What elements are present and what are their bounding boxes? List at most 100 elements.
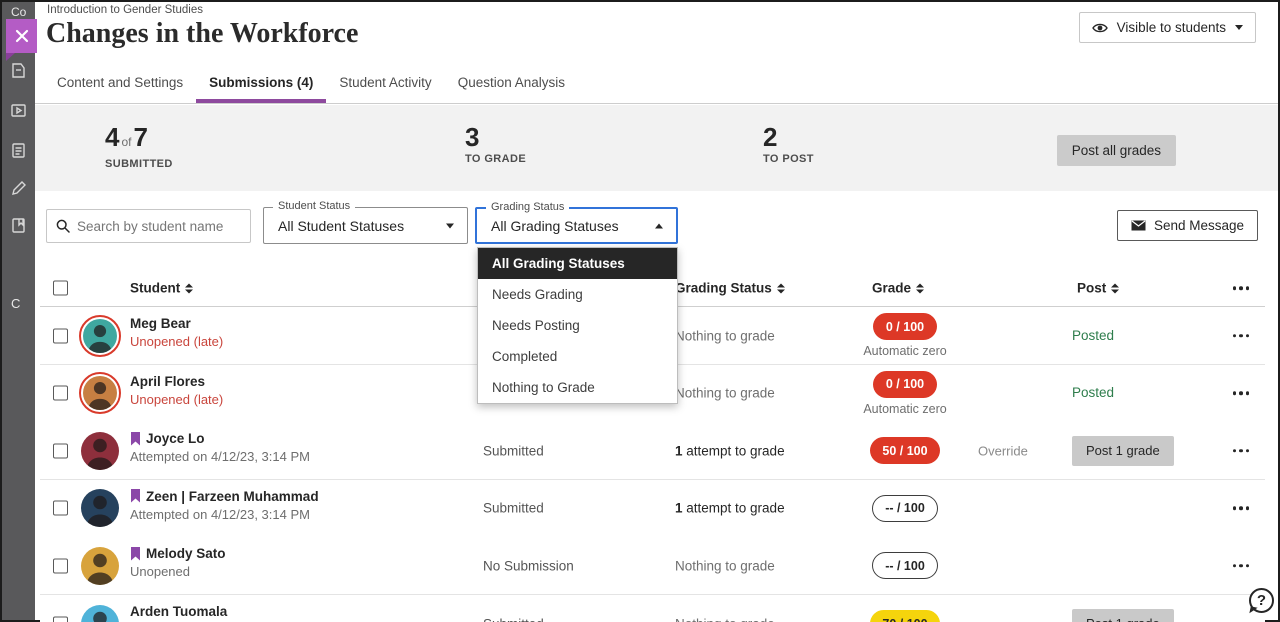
submission-detail: Attempted on 4/12/23, 3:14 PM <box>130 507 319 522</box>
grade-pill[interactable]: -- / 100 <box>872 495 938 522</box>
grade-pill[interactable]: 0 / 100 <box>873 371 937 398</box>
grade-cell: 70 / 100 <box>840 595 970 622</box>
grade-pill[interactable]: 50 / 100 <box>870 437 939 464</box>
notebook-icon[interactable] <box>10 217 27 234</box>
post-all-grades-button[interactable]: Post all grades <box>1057 135 1176 166</box>
student-status-select[interactable]: Student Status All Student Statuses <box>263 207 468 244</box>
submission-status: No Submission <box>483 558 574 573</box>
grading-status: Nothing to grade <box>675 386 775 401</box>
video-icon[interactable] <box>10 102 27 119</box>
student-cell: Zeen | Farzeen Muhammad Attempted on 4/12… <box>130 489 319 522</box>
sort-icon <box>777 283 785 293</box>
row-menu-icon[interactable] <box>1229 445 1254 457</box>
dropdown-option[interactable]: All Grading Statuses <box>478 248 677 279</box>
grading-status: Nothing to grade <box>675 616 775 622</box>
stat-submitted: 4of7 SUBMITTED <box>105 123 173 170</box>
row-menu-icon[interactable] <box>1229 503 1254 515</box>
submission-detail: Attempted on 4/12/23, 3:14 PM <box>130 449 310 464</box>
row-menu-icon[interactable] <box>1229 560 1254 572</box>
student-cell: Arden Tuomala <box>130 604 227 619</box>
grading-status-value: All Grading Statuses <box>491 218 619 234</box>
row-checkbox[interactable] <box>53 443 68 458</box>
student-name[interactable]: April Flores <box>130 374 223 389</box>
pencil-icon[interactable] <box>10 180 27 197</box>
close-button[interactable] <box>6 19 37 53</box>
row-menu-icon[interactable] <box>1229 330 1254 342</box>
row-menu-icon[interactable] <box>1229 618 1254 622</box>
grading-status-label: Grading Status <box>486 201 569 213</box>
envelope-icon <box>1131 220 1146 231</box>
grade-pill[interactable]: -- / 100 <box>872 552 938 579</box>
submission-status: Submitted <box>483 501 544 516</box>
grade-pill[interactable]: 0 / 100 <box>873 313 937 340</box>
posted-status: Posted <box>1072 385 1114 400</box>
row-menu-icon[interactable] <box>1229 387 1254 399</box>
student-cell: Joyce Lo Attempted on 4/12/23, 3:14 PM <box>130 431 310 464</box>
tab-student-activity[interactable]: Student Activity <box>326 69 444 103</box>
search-input[interactable] <box>77 219 237 234</box>
row-checkbox[interactable] <box>53 616 68 622</box>
grade-cell: 0 / 100 Automatic zero <box>840 365 970 422</box>
table-row: Melody SatoUnopenedNo SubmissionNothing … <box>40 537 1265 595</box>
row-checkbox[interactable] <box>53 386 68 401</box>
grade-cell: -- / 100 <box>840 537 970 594</box>
student-name[interactable]: Melody Sato <box>130 546 226 561</box>
submission-detail: Unopened (late) <box>130 392 223 407</box>
dropdown-option[interactable]: Nothing to Grade <box>478 372 677 403</box>
stat-to-post: 2 TO POST <box>763 123 814 165</box>
flag-icon <box>130 489 141 503</box>
column-header-grade[interactable]: Grade <box>872 281 924 296</box>
grade-note: Automatic zero <box>863 402 946 416</box>
search-icon <box>56 219 70 233</box>
breadcrumb[interactable]: Introduction to Gender Studies <box>47 4 203 16</box>
dropdown-option[interactable]: Needs Grading <box>478 279 677 310</box>
row-checkbox[interactable] <box>53 558 68 573</box>
student-name[interactable]: Meg Bear <box>130 316 223 331</box>
row-checkbox[interactable] <box>53 328 68 343</box>
send-message-label: Send Message <box>1154 218 1244 233</box>
visibility-button[interactable]: Visible to students <box>1079 12 1256 43</box>
tab-question-analysis[interactable]: Question Analysis <box>445 69 578 103</box>
help-icon[interactable]: ? <box>1249 588 1274 613</box>
document-icon[interactable] <box>10 142 27 159</box>
eye-icon <box>1092 22 1108 34</box>
grade-note: Automatic zero <box>863 344 946 358</box>
submission-detail: Unopened (late) <box>130 334 223 349</box>
column-header-student[interactable]: Student <box>130 281 193 296</box>
stats-bar: 4of7 SUBMITTED 3 TO GRADE 2 TO POST Post… <box>35 105 1278 191</box>
tag-icon[interactable] <box>10 62 27 79</box>
stat-to-grade: 3 TO GRADE <box>465 123 526 165</box>
student-name[interactable]: Arden Tuomala <box>130 604 227 619</box>
left-sidebar: Co C <box>2 2 35 620</box>
avatar <box>79 315 121 357</box>
chevron-up-icon <box>655 223 663 228</box>
column-header-post[interactable]: Post <box>1077 281 1119 296</box>
tab-content-and-settings[interactable]: Content and Settings <box>44 69 196 103</box>
column-header-grading-status[interactable]: Grading Status <box>675 281 785 296</box>
select-all-checkbox[interactable] <box>53 281 68 296</box>
tab-submissions-4-[interactable]: Submissions (4) <box>196 69 326 103</box>
grade-cell: -- / 100 <box>840 480 970 537</box>
grade-pill[interactable]: 70 / 100 <box>870 610 939 622</box>
table-row: Arden TuomalaSubmittedNothing to grade70… <box>40 595 1265 622</box>
send-message-button[interactable]: Send Message <box>1117 210 1258 241</box>
sidebar-bottom-text: C <box>11 296 20 311</box>
tab-bar: Content and SettingsSubmissions (4)Stude… <box>35 75 1278 104</box>
student-status-label: Student Status <box>273 200 355 212</box>
dropdown-option[interactable]: Completed <box>478 341 677 372</box>
student-name[interactable]: Zeen | Farzeen Muhammad <box>130 489 319 504</box>
student-cell: Meg Bear Unopened (late) <box>130 316 223 349</box>
grade-cell: 50 / 100 <box>840 422 970 479</box>
row-checkbox[interactable] <box>53 501 68 516</box>
post-grade-button[interactable]: Post 1 grade <box>1072 609 1174 622</box>
dropdown-option[interactable]: Needs Posting <box>478 310 677 341</box>
post-grade-button[interactable]: Post 1 grade <box>1072 436 1174 466</box>
avatar <box>79 545 121 587</box>
table-menu-icon[interactable] <box>1229 282 1254 294</box>
grade-cell: 0 / 100 Automatic zero <box>840 307 970 364</box>
grading-status: Nothing to grade <box>675 558 775 573</box>
student-name[interactable]: Joyce Lo <box>130 431 310 446</box>
search-box <box>46 209 251 243</box>
page-title: Changes in the Workforce <box>46 18 358 50</box>
grading-status-select[interactable]: Grading Status All Grading Statuses <box>475 207 678 244</box>
